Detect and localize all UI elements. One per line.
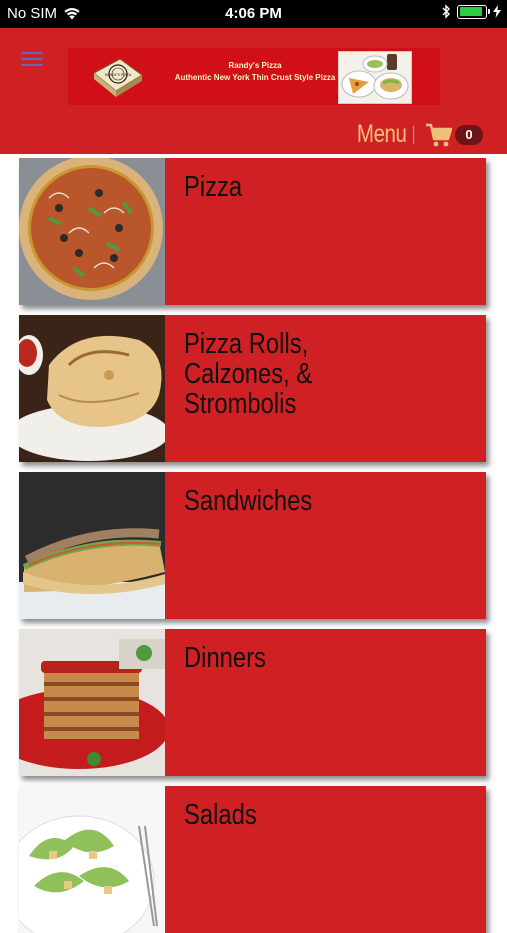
sandwich-image <box>19 472 165 619</box>
banner-title: Randy's Pizza <box>228 61 282 70</box>
calzone-image <box>19 315 165 462</box>
category-card-pizza-rolls[interactable]: Pizza Rolls, Calzones, & Strombolis <box>19 315 486 462</box>
battery-nub <box>488 9 490 14</box>
category-title: Salads <box>184 799 257 831</box>
menu-divider <box>413 125 415 144</box>
lasagna-image <box>19 629 165 776</box>
menu-link[interactable]: Menu <box>357 120 407 149</box>
category-card-dinners[interactable]: Dinners <box>19 629 486 776</box>
status-right <box>441 4 501 19</box>
category-card-salads[interactable]: Salads <box>19 786 486 933</box>
category-card-sandwiches[interactable]: Sandwiches <box>19 472 486 619</box>
status-bar: No SIM 4:06 PM <box>0 0 507 28</box>
cart-count-badge[interactable]: 0 <box>455 124 483 145</box>
hamburger-menu-button[interactable] <box>21 52 43 66</box>
pizza-image <box>19 158 165 305</box>
category-thumb-salads <box>19 786 165 933</box>
category-title: Dinners <box>184 642 266 674</box>
pizza-box-logo: RANDY'S PIZZA <box>93 58 143 97</box>
category-thumb-pizza-rolls <box>19 315 165 462</box>
hamburger-line <box>21 58 43 60</box>
category-title: Sandwiches <box>184 485 313 517</box>
banner-text: Randy's Pizza Authentic New York Thin Cr… <box>160 60 350 84</box>
battery-icon <box>457 4 490 19</box>
category-card-pizza[interactable]: Pizza <box>19 158 486 305</box>
category-title: Pizza Rolls, Calzones, & Strombolis <box>184 328 313 420</box>
category-thumb-dinners <box>19 629 165 776</box>
battery-level <box>459 7 482 16</box>
app-header: RANDY'S PIZZA Randy's Pizza Authentic Ne… <box>0 28 507 154</box>
pizza-box-logo-text: RANDY'S PIZZA <box>105 73 132 77</box>
status-time: 4:06 PM <box>225 5 282 22</box>
salad-image <box>19 786 165 933</box>
banner-food-image <box>339 52 411 103</box>
menu-cart-row: Menu 0 <box>346 120 483 149</box>
hamburger-line <box>21 64 43 66</box>
charging-icon <box>493 5 501 18</box>
category-title: Pizza <box>184 171 243 203</box>
shopping-cart-icon[interactable] <box>425 122 453 148</box>
category-thumb-sandwiches <box>19 472 165 619</box>
category-thumb-pizza <box>19 158 165 305</box>
banner-food-photo <box>338 51 412 104</box>
restaurant-banner: RANDY'S PIZZA Randy's Pizza Authentic Ne… <box>68 48 440 105</box>
bluetooth-icon <box>442 4 450 19</box>
hamburger-line <box>21 52 43 54</box>
banner-tagline: Authentic New York Thin Crust Style Pizz… <box>174 73 336 82</box>
